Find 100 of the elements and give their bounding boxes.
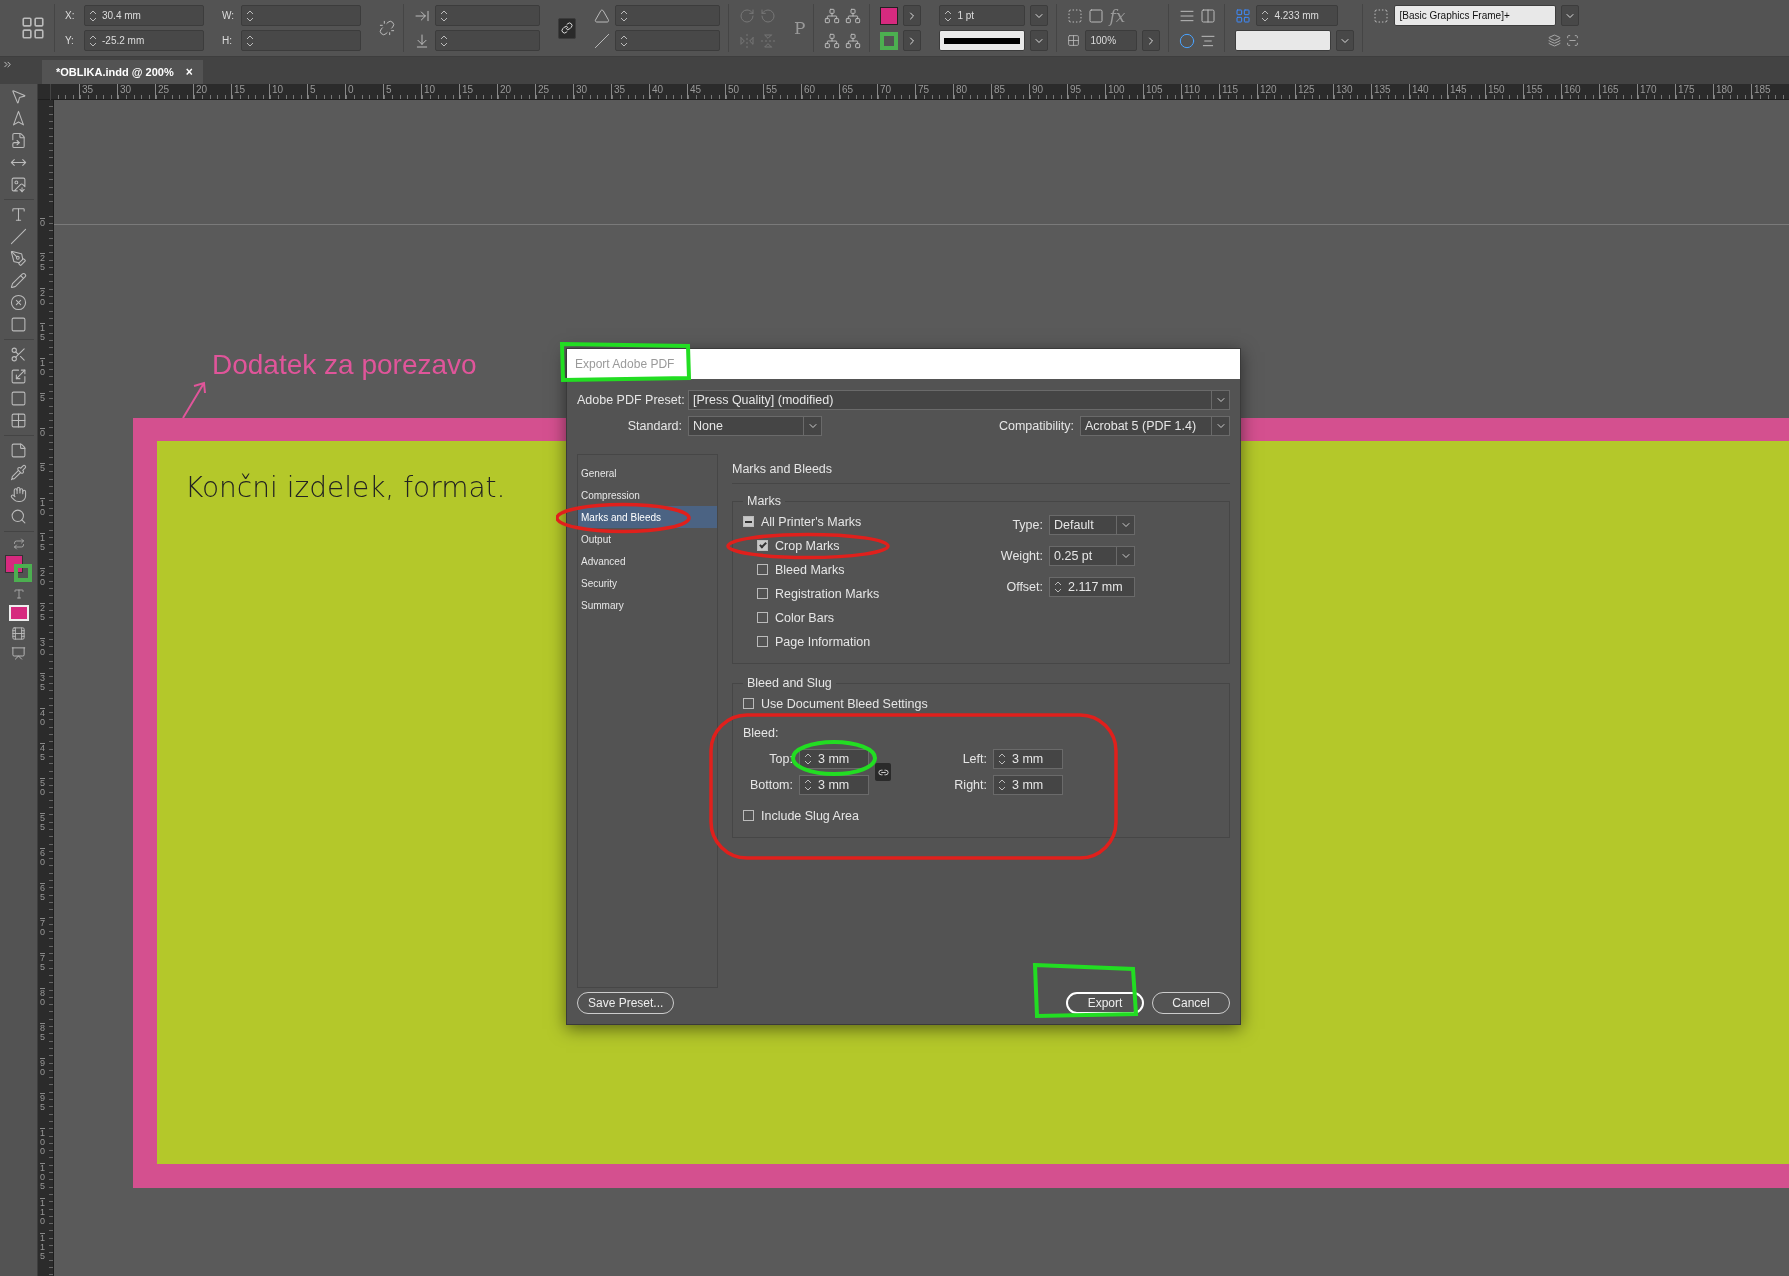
content-collector-icon[interactable] [10,176,27,193]
stepper-icon[interactable] [246,8,254,23]
layers-icon[interactable] [1548,34,1562,47]
stepper-icon[interactable] [1054,580,1062,594]
stroke-swatch[interactable] [880,31,899,50]
scale-y-icon[interactable] [414,32,430,49]
note-tool-icon[interactable] [10,442,27,459]
zoom-tool-icon[interactable] [10,508,27,525]
ellipse-frame-icon[interactable] [10,294,27,311]
checkbox[interactable] [757,636,768,647]
bleed-field[interactable]: 3 mm [993,749,1063,769]
opacity-field[interactable]: 100% [1085,30,1138,51]
type-dropdown[interactable]: Default [1049,515,1135,535]
shear-field[interactable] [615,30,720,51]
stepper-icon[interactable] [998,778,1006,792]
dropdown-button[interactable] [1030,5,1049,26]
frame-fitting-dropdown[interactable] [1235,30,1332,51]
stroke-weight-field[interactable]: 1 pt [939,5,1026,26]
opacity-menu-button[interactable] [1142,30,1161,51]
object-style-icon[interactable] [1373,7,1390,24]
scale-y-field[interactable] [435,30,540,51]
width-field[interactable] [241,5,361,26]
dropdown-button[interactable] [1336,30,1355,51]
checkbox[interactable] [743,516,754,527]
object-style-dropdown[interactable]: [Basic Graphics Frame]+ [1394,5,1557,26]
rotation-field[interactable] [615,5,720,26]
bleed-field[interactable]: 3 mm [993,775,1063,795]
screen-mode-icon[interactable] [11,626,26,641]
constrain-button[interactable] [558,17,576,39]
hand-tool-icon[interactable] [10,486,27,503]
offset-field[interactable]: 2.117 mm [1049,577,1135,597]
eyedropper-icon[interactable] [10,464,27,481]
close-tab-button[interactable]: × [185,65,193,79]
category-item[interactable]: General [578,462,717,484]
free-transform-icon[interactable] [10,368,27,385]
stepper-icon[interactable] [998,752,1006,766]
stepper-icon[interactable] [440,33,448,48]
columns-icon[interactable] [1200,7,1217,24]
opacity-icon[interactable] [1067,34,1081,47]
direct-selection-icon[interactable] [10,110,27,127]
category-item[interactable]: Output [578,528,717,550]
dropdown-button[interactable] [1030,30,1049,51]
stepper-icon[interactable] [944,8,953,23]
apply-color-swatch[interactable] [8,605,29,621]
hierarchy-icon[interactable] [845,32,862,49]
stepper-icon[interactable] [246,33,254,48]
page-tool-icon[interactable] [10,132,27,149]
checkbox[interactable] [757,612,768,623]
y-field[interactable]: -25.2 mm [84,30,204,51]
checkbox[interactable] [757,588,768,599]
stepper-icon[interactable] [440,8,448,23]
hierarchy-icon[interactable] [845,7,862,24]
x-field[interactable]: 30.4 mm [84,5,204,26]
bleed-field[interactable]: 3 mm [799,749,869,769]
spacing-field[interactable]: 4.233 mm [1256,5,1339,26]
shear-icon[interactable] [594,32,610,49]
category-item[interactable]: Summary [578,594,717,616]
pencil-tool-icon[interactable] [10,272,27,289]
height-field[interactable] [241,30,361,51]
broken-link-icon[interactable] [379,20,395,36]
stepper-icon[interactable] [620,33,628,48]
spacing-icon[interactable] [1235,7,1252,24]
hierarchy-icon[interactable] [824,7,841,24]
compatibility-dropdown[interactable]: Acrobat 5 (PDF 1.4) [1080,416,1230,436]
weight-dropdown[interactable]: 0.25 pt [1049,546,1135,566]
checkbox[interactable] [757,540,768,551]
scissors-icon[interactable] [10,346,27,363]
formatting-icon[interactable] [12,588,25,600]
category-item[interactable]: Security [578,572,717,594]
stepper-icon[interactable] [620,8,628,23]
reference-point-icon[interactable] [20,15,46,41]
stroke-menu-button[interactable] [903,30,922,51]
export-button[interactable]: Export [1066,992,1144,1014]
stroke-type-dropdown[interactable] [939,30,1026,51]
square-icon[interactable] [1088,7,1105,24]
scale-x-field[interactable] [435,5,540,26]
dropdown-button[interactable] [1561,5,1580,26]
stepper-icon[interactable] [89,33,97,48]
category-item[interactable]: Compression [578,484,717,506]
fill-stroke-swatches[interactable] [4,555,33,583]
document-tab[interactable]: *OBLIKA.indd @ 200% × [42,60,203,84]
fill-swatch[interactable] [880,6,899,25]
collapse-icon[interactable] [2,59,13,70]
type-tool-icon[interactable] [10,206,27,223]
selection-tool-icon[interactable] [10,88,27,105]
fill-menu-button[interactable] [903,5,922,26]
preset-dropdown[interactable]: [Press Quality] (modified) [688,390,1230,410]
hierarchy-icon[interactable] [824,32,841,49]
stepper-icon[interactable] [1261,8,1270,23]
preview-mode-icon[interactable] [11,646,26,661]
rectangle-tool-icon[interactable] [10,316,27,333]
angle-icon[interactable] [594,7,610,24]
corner-options-icon[interactable] [1067,7,1084,24]
line-tool-icon[interactable] [10,228,27,245]
swap-icon[interactable] [12,538,25,550]
stepper-icon[interactable] [804,778,812,792]
category-item[interactable]: Advanced [578,550,717,572]
wrap-shape-icon[interactable] [1179,32,1196,49]
stepper-icon[interactable] [804,752,812,766]
bleed-field[interactable]: 3 mm [799,775,869,795]
